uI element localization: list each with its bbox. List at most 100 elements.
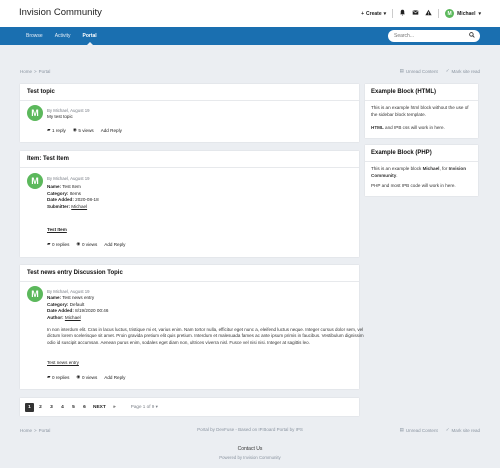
breadcrumb-home[interactable]: Home [20, 69, 32, 74]
next-page-button[interactable]: NEXT [91, 403, 108, 412]
portal-post-card: Item: Test Item M By Michael, August 19 … [20, 151, 359, 257]
detail-label: Date Added: [47, 197, 74, 202]
caret-down-icon: ▾ [155, 404, 158, 409]
portal-credit: Portal by DevFuse - Based on IP.Board Po… [197, 427, 303, 432]
post-stats: ▰ 0 replies ◉ 0 views Add Reply [47, 241, 125, 247]
add-reply-link[interactable]: Add Reply [104, 241, 125, 247]
detail-value: Items [69, 190, 81, 196]
page-link-5[interactable]: 5 [69, 403, 78, 412]
block-title: Example Block (HTML) [371, 89, 437, 95]
post-title[interactable]: Test news entry Discussion Topic [27, 270, 123, 276]
check-icon: ✓ [445, 68, 450, 73]
search-input[interactable] [394, 30, 466, 42]
detail-value: 2020-08-18 [75, 197, 99, 202]
replies-count[interactable]: ▰ 1 reply [47, 127, 66, 133]
views-count: ◉ 0 views [76, 374, 97, 380]
add-reply-link[interactable]: Add Reply [104, 374, 125, 380]
views-count: ◉ 0 views [76, 241, 97, 247]
post-title[interactable]: Item: Test Item [27, 156, 69, 162]
mark-site-read-link[interactable]: ✓ Mark site read [446, 68, 480, 74]
block-title: Example Block (PHP) [371, 150, 432, 156]
post-title[interactable]: Test topic [27, 89, 55, 95]
page-link-6[interactable]: 6 [80, 403, 89, 412]
nav-tabs: Browse Activity Portal [20, 27, 103, 45]
newspaper-icon: ▤ [399, 68, 404, 73]
page-link-1[interactable]: 1 [25, 402, 34, 412]
item-details: Name: Test Item Category: Items Date Add… [47, 184, 99, 210]
page-jump-dropdown[interactable]: Page 1 of 9 ▾ [131, 404, 158, 410]
search-icon[interactable] [469, 32, 475, 40]
news-link[interactable]: Test news entry [47, 360, 79, 365]
warning-icon[interactable] [425, 9, 432, 18]
breadcrumb: Home > Portal ▤ Unread Content ✓ Mark site… [20, 66, 480, 76]
replies-label: 0 replies [52, 241, 70, 247]
plus-icon: + [361, 10, 365, 17]
detail-value: Default [69, 301, 85, 307]
site-title[interactable]: Invision Community [19, 7, 102, 18]
unread-content-link[interactable]: ▤ Unread Content [400, 68, 438, 74]
detail-label: Name: [47, 184, 62, 189]
replies-count[interactable]: ▰ 0 replies [47, 374, 69, 380]
item-link-wrap: Test Item [47, 227, 67, 234]
text: , for [439, 166, 449, 171]
bell-icon[interactable] [399, 9, 406, 18]
block-text: PHP and most IPB code will work in here. [371, 183, 456, 188]
breadcrumb-current[interactable]: Portal [39, 69, 51, 74]
views-label: 5 views [78, 127, 94, 133]
bold-text: HTML [371, 125, 384, 130]
detail-label: Date Added: [47, 308, 74, 313]
pagination: 1 2 3 4 5 6 NEXT » Page 1 of 9 ▾ [20, 398, 359, 416]
tab-activity[interactable]: Activity [49, 27, 77, 45]
page-link-4[interactable]: 4 [58, 403, 67, 412]
post-stats: ▰ 1 reply ◉ 5 views Add Reply [47, 127, 122, 133]
contact-us-link[interactable]: Contact Us [0, 446, 500, 452]
create-label: Create [366, 10, 382, 17]
detail-value: Test news entry [62, 295, 95, 300]
block-text: This is an example block Michael, for In… [371, 166, 471, 179]
divider [20, 100, 359, 101]
avatar[interactable]: M [27, 286, 43, 302]
breadcrumb-separator: > [34, 68, 37, 74]
top-bar: Invision Community + Create ▾ M Michael … [0, 0, 500, 27]
user-menu[interactable]: M Michael ▾ [445, 9, 481, 18]
page-of-label: Page 1 of 9 [130, 404, 155, 409]
powered-by[interactable]: Powered by Invision Community [0, 455, 500, 460]
add-reply-link[interactable]: Add Reply [101, 127, 122, 133]
eye-icon: ◉ [72, 127, 77, 132]
portal-post-card: Test news entry Discussion Topic M By Mi… [20, 265, 364, 389]
avatar[interactable]: M [27, 173, 43, 189]
views-label: 0 views [81, 241, 98, 247]
avatar[interactable]: M [27, 105, 43, 121]
post-meta: By Michael, August 19 [47, 289, 90, 294]
page-link-2[interactable]: 2 [36, 403, 45, 412]
last-page-button[interactable]: » [110, 403, 119, 412]
tab-browse[interactable]: Browse [20, 27, 49, 45]
avatar: M [445, 9, 455, 18]
detail-row: Submitter: Michael [47, 204, 99, 211]
replies-count[interactable]: ▰ 0 replies [47, 241, 69, 247]
submitter-link[interactable]: Michael [71, 204, 87, 209]
text: and IPB css will work in here. [383, 125, 445, 130]
divider [20, 281, 359, 282]
comment-icon: ▰ [47, 374, 51, 379]
comment-icon: ▰ [47, 241, 51, 246]
author-link[interactable]: Michael [65, 315, 81, 320]
block-text: HTML and IPB css will work in here. [371, 125, 471, 132]
sidebar-block: Example Block (HTML) This is an example … [365, 84, 478, 138]
tab-portal[interactable]: Portal [77, 27, 103, 45]
bold-text: Michael [422, 166, 440, 171]
caret-down-icon: ▾ [383, 10, 387, 17]
item-link[interactable]: Test Item [47, 227, 67, 232]
create-menu[interactable]: + Create ▾ [361, 11, 386, 17]
news-link-wrap: Test news entry [47, 360, 79, 367]
replies-label: 1 reply [52, 127, 66, 133]
page-link-3[interactable]: 3 [47, 403, 56, 412]
user-name: Michael [457, 10, 476, 17]
mark-site-read-label: Mark site read [451, 68, 480, 74]
divider [365, 161, 478, 162]
envelope-icon[interactable] [412, 9, 419, 18]
detail-label: Author: [47, 314, 64, 320]
search-box [388, 30, 480, 42]
post-meta: By Michael, August 19 [47, 108, 90, 113]
replies-label: 0 replies [52, 374, 70, 380]
